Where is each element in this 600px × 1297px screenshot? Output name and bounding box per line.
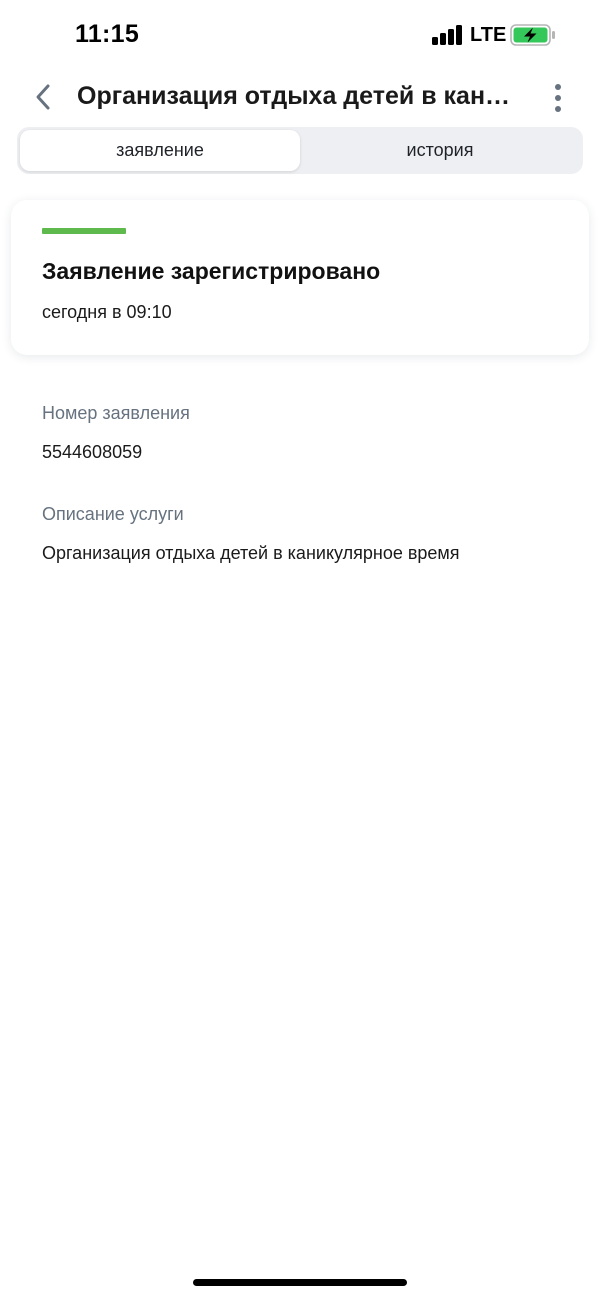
service-description-value: Организация отдыха детей в каникулярное …	[42, 543, 460, 563]
tab-bar: заявление история	[17, 127, 583, 174]
application-number-value: 5544608059	[42, 442, 143, 462]
network-type: LTE	[470, 24, 507, 46]
status-time: 11:15	[75, 20, 140, 48]
more-options-button[interactable]	[544, 80, 572, 116]
status-bar: 11:15 LTE	[0, 0, 600, 72]
status-title: Заявление зарегистрировано	[42, 258, 381, 284]
battery-charging-icon	[510, 24, 556, 46]
status-card: Заявление зарегистрировано сегодня в 09:…	[11, 200, 589, 355]
home-indicator[interactable]	[193, 1279, 407, 1286]
status-indicator-bar	[42, 228, 126, 234]
cellular-signal-icon	[432, 25, 464, 45]
application-screen: 11:15 LTE Организация отдыха детей в кан…	[0, 0, 600, 1297]
service-description-label: Описание услуги	[42, 504, 184, 524]
chevron-left-icon	[36, 84, 50, 110]
status-date: сегодня в 09:10	[42, 302, 172, 322]
application-number-label: Номер заявления	[42, 403, 190, 423]
more-vertical-icon	[555, 84, 561, 90]
tab-history[interactable]: история	[300, 130, 580, 171]
page-title: Организация отдыха детей в каникулярное …	[77, 82, 522, 110]
nav-header: Организация отдыха детей в каникулярное …	[0, 74, 600, 120]
tab-application[interactable]: заявление	[20, 130, 300, 171]
back-button[interactable]	[26, 78, 60, 116]
